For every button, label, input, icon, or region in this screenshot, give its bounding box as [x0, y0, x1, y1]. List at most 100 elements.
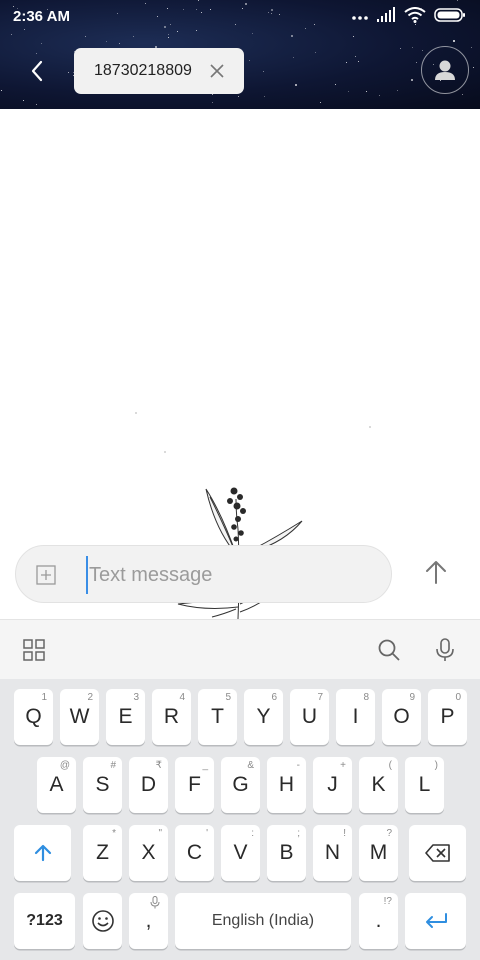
key-q[interactable]: Q1 — [14, 689, 53, 745]
key-hint: 6 — [271, 692, 277, 703]
key-label: U — [301, 705, 318, 728]
key-d[interactable]: D ₹ — [129, 757, 168, 813]
keyboard-toolbar — [0, 619, 480, 679]
star — [291, 35, 293, 37]
key-w[interactable]: W2 — [60, 689, 99, 745]
voice-input-button[interactable] — [433, 638, 457, 662]
signal-icon — [376, 6, 396, 28]
star — [366, 91, 367, 92]
backspace-icon — [424, 844, 450, 862]
key-label: M — [369, 841, 388, 864]
send-arrow-icon — [426, 561, 446, 584]
key-hint: ' — [206, 828, 208, 839]
star — [133, 36, 134, 37]
status-bar: 2:36 AM — [0, 0, 480, 34]
status-icons — [352, 6, 466, 28]
star — [249, 60, 250, 61]
key-i[interactable]: I8 — [336, 689, 375, 745]
star — [293, 57, 294, 58]
key-hint: 2 — [87, 692, 93, 703]
star — [453, 40, 455, 42]
star — [348, 91, 349, 92]
star — [422, 50, 423, 51]
key-label: H — [278, 773, 295, 796]
emoji-key[interactable] — [83, 893, 122, 949]
key-hint: @ — [59, 760, 70, 771]
star — [411, 79, 413, 81]
attach-plus-icon — [36, 565, 56, 585]
star — [41, 43, 42, 44]
key-b[interactable]: B; — [267, 825, 306, 881]
symbols-key[interactable]: ?123 — [14, 893, 75, 949]
star — [335, 84, 336, 85]
key-hint: ? — [386, 828, 392, 839]
key-x[interactable]: X " — [129, 825, 168, 881]
battery-icon — [434, 7, 466, 28]
key-f[interactable]: F _ — [175, 757, 214, 813]
key-label: W — [69, 705, 90, 728]
key-n[interactable]: N! — [313, 825, 352, 881]
contact-button[interactable] — [421, 46, 469, 94]
star — [353, 36, 354, 37]
key-label: X — [141, 841, 156, 864]
key-v[interactable]: V: — [221, 825, 260, 881]
comma-key[interactable]: , — [129, 893, 168, 949]
star — [11, 34, 12, 35]
attach-button[interactable] — [36, 565, 56, 585]
recipient-number: 18730218809 — [94, 62, 192, 79]
shift-key[interactable] — [14, 825, 71, 881]
key-s[interactable]: S # — [83, 757, 122, 813]
key-hint: # — [110, 760, 116, 771]
key-y[interactable]: Y6 — [244, 689, 283, 745]
enter-key[interactable] — [405, 893, 466, 949]
key-label: J — [327, 773, 338, 796]
period-key[interactable]: .!? — [359, 893, 398, 949]
key-hint: ₹ — [155, 760, 162, 771]
key-z[interactable]: Z * — [83, 825, 122, 881]
key-m[interactable]: M? — [359, 825, 398, 881]
key-k[interactable]: K( — [359, 757, 398, 813]
key-hint: 0 — [455, 692, 461, 703]
key-c[interactable]: C ' — [175, 825, 214, 881]
key-g[interactable]: G & — [221, 757, 260, 813]
space-bar[interactable]: English (India) — [175, 893, 351, 949]
star — [36, 104, 37, 105]
contact-icon — [435, 60, 455, 80]
key-label: F — [188, 773, 201, 796]
compose-bar — [15, 545, 392, 603]
key-hint: ! — [343, 828, 346, 839]
key-t[interactable]: T5 — [198, 689, 237, 745]
more-dots-icon — [352, 8, 368, 26]
star — [264, 96, 265, 97]
key-p[interactable]: P0 — [428, 689, 467, 745]
key-h[interactable]: H- — [267, 757, 306, 813]
back-button[interactable] — [22, 56, 52, 86]
key-label: N — [324, 841, 341, 864]
key-j[interactable]: J + — [313, 757, 352, 813]
key-hint: !? — [383, 896, 392, 907]
key-r[interactable]: R4 — [152, 689, 191, 745]
enter-arrow-icon — [425, 913, 447, 928]
key-label: K — [371, 773, 386, 796]
key-e[interactable]: E3 — [106, 689, 145, 745]
remove-recipient-button[interactable] — [208, 62, 226, 80]
star — [263, 71, 264, 72]
message-input[interactable] — [86, 556, 376, 594]
key-o[interactable]: O9 — [382, 689, 421, 745]
key-l[interactable]: L) — [405, 757, 444, 813]
key-label: Q — [25, 705, 42, 728]
apps-grid-button[interactable] — [22, 638, 46, 662]
key-label: L — [418, 773, 431, 796]
key-a[interactable]: A @ — [37, 757, 76, 813]
send-button[interactable] — [420, 556, 452, 588]
key-u[interactable]: U7 — [290, 689, 329, 745]
star — [473, 67, 474, 68]
backspace-key[interactable] — [409, 825, 466, 881]
key-hint: : — [251, 828, 254, 839]
flower-illustration — [135, 412, 371, 619]
star — [1, 90, 2, 91]
recipient-chip[interactable]: 18730218809 — [74, 48, 244, 94]
key-label: C — [186, 841, 203, 864]
mic-icon — [436, 638, 454, 661]
keyboard-search-button[interactable] — [377, 638, 401, 662]
